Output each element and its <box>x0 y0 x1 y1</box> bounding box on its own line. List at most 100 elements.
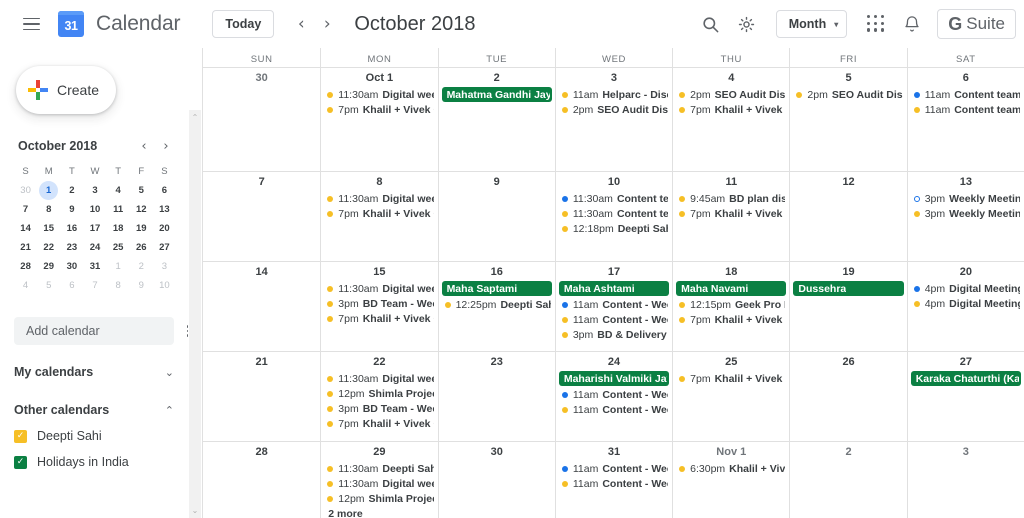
mini-cal-day[interactable]: 11 <box>107 200 130 219</box>
mini-cal-day[interactable]: 18 <box>107 219 130 238</box>
day-cell[interactable]: 28 <box>203 442 320 518</box>
mini-cal-day[interactable]: 21 <box>14 238 37 257</box>
timed-event[interactable]: 11:30amDigital weekl <box>323 87 435 102</box>
day-number[interactable]: 22 <box>323 352 435 371</box>
other-calendar-item-1[interactable]: ✓ Holidays in India <box>14 451 174 473</box>
mini-cal-day[interactable]: 3 <box>83 181 106 200</box>
all-day-event-chip[interactable]: Maha Navami <box>676 281 787 296</box>
timed-event[interactable]: 4pm Digital Meeting <box>910 281 1022 296</box>
timed-event[interactable]: 11:30amDigital weekl <box>323 476 435 491</box>
timed-event[interactable]: 7pmKhalil + Vivek + D <box>675 206 787 221</box>
calendar-checkbox[interactable]: ✓ <box>14 455 27 469</box>
mini-cal-day[interactable]: 5 <box>37 276 60 295</box>
day-number[interactable]: 14 <box>205 262 318 281</box>
timed-event[interactable]: 7pmKhalil + Vivek + D <box>675 312 787 327</box>
bell-icon[interactable] <box>895 7 929 41</box>
day-cell[interactable]: 9 <box>437 172 555 261</box>
day-number[interactable]: 24 <box>558 352 670 371</box>
mini-cal-day[interactable]: 24 <box>83 238 106 257</box>
day-cell[interactable]: 30 <box>203 68 320 171</box>
timed-event[interactable]: 9:45amBD plan discu <box>675 191 787 206</box>
mini-cal-day[interactable]: 8 <box>37 200 60 219</box>
timed-event[interactable]: 3pm Weekly Meeting <box>910 206 1022 221</box>
day-number[interactable]: 19 <box>792 262 904 281</box>
day-cell[interactable]: 23 <box>437 352 555 441</box>
chevron-down-icon[interactable]: ⌄ <box>165 366 174 379</box>
day-cell[interactable]: 12 <box>789 172 906 261</box>
timed-event[interactable]: 12:18pmDeepti Sahi's <box>558 221 670 236</box>
mini-cal-day[interactable]: 28 <box>14 257 37 276</box>
all-day-event-chip[interactable]: Dussehra <box>793 281 904 296</box>
day-cell[interactable]: 14 <box>203 262 320 351</box>
hamburger-icon[interactable] <box>14 7 48 41</box>
day-number[interactable]: 30 <box>205 68 318 87</box>
mini-cal-day[interactable]: 8 <box>107 276 130 295</box>
timed-event[interactable]: 11amContent - Week <box>558 297 670 312</box>
scrollbar-track[interactable]: ⌃ ⌄ <box>189 110 201 518</box>
scroll-down-icon[interactable]: ⌄ <box>192 503 199 518</box>
next-month-icon[interactable]: › <box>314 11 340 37</box>
day-cell[interactable]: 27Karaka Chaturthi (Karva <box>906 352 1024 441</box>
timed-event[interactable]: 3pmBD & Delivery Te <box>558 327 670 342</box>
mini-cal-day[interactable]: 6 <box>153 181 176 200</box>
all-day-event-chip[interactable]: Karaka Chaturthi (Karva <box>910 371 1021 386</box>
day-number[interactable]: 20 <box>910 262 1022 281</box>
mini-cal-day[interactable]: 1 <box>39 181 59 200</box>
all-day-event-chip[interactable]: Maha Saptami <box>441 281 552 296</box>
mini-cal-day[interactable]: 2 <box>130 257 153 276</box>
day-number[interactable]: 16 <box>441 262 553 281</box>
mini-cal-day[interactable]: 6 <box>60 276 83 295</box>
day-number[interactable]: 2 <box>792 442 904 461</box>
timed-event[interactable]: 3pmBD Team - Weekl <box>323 401 435 416</box>
timed-event[interactable]: 11amContent team re <box>910 87 1022 102</box>
timed-event[interactable]: 2pmSEO Audit Discus <box>792 87 904 102</box>
day-number[interactable]: 25 <box>675 352 787 371</box>
view-selector-dropdown[interactable]: Month ▾ <box>775 10 848 38</box>
day-number[interactable]: Oct 1 <box>323 68 435 87</box>
timed-event[interactable]: 11amContent - Week <box>558 476 670 491</box>
calendar-scrollbar[interactable]: ⌃ ⌄ <box>188 48 202 518</box>
day-number[interactable]: 9 <box>441 172 553 191</box>
scroll-up-icon[interactable]: ⌃ <box>192 110 199 125</box>
calendar-checkbox[interactable]: ✓ <box>14 429 27 443</box>
day-cell[interactable]: 20 4pm Digital Meeting 4pm Digital Meeting <box>906 262 1024 351</box>
mini-cal-day[interactable]: 29 <box>37 257 60 276</box>
day-cell[interactable]: 2 <box>789 442 906 518</box>
day-number[interactable]: 12 <box>792 172 904 191</box>
mini-cal-day[interactable]: 26 <box>130 238 153 257</box>
day-cell[interactable]: 52pmSEO Audit Discus <box>789 68 906 171</box>
day-cell[interactable]: 24Maharishi Valmiki Jayan 11amContent - W… <box>554 352 672 441</box>
day-cell[interactable]: 1011:30amContent tear11:30amContent tear… <box>554 172 672 261</box>
mini-cal-day[interactable]: 19 <box>130 219 153 238</box>
timed-event[interactable]: 11amContent - Week <box>558 402 670 417</box>
add-calendar-input[interactable] <box>26 324 187 338</box>
day-cell[interactable]: 257pmKhalil + Vivek + D <box>672 352 789 441</box>
mini-cal-day[interactable]: 23 <box>60 238 83 257</box>
mini-cal-day[interactable]: 5 <box>130 181 153 200</box>
day-number[interactable]: 30 <box>441 442 553 461</box>
timed-event[interactable]: 11:30amContent tear <box>558 191 670 206</box>
day-number[interactable]: 28 <box>205 442 318 461</box>
mini-cal-day[interactable]: 14 <box>14 219 37 238</box>
timed-event[interactable]: 7pmKhalil + Vivek + D <box>675 102 787 117</box>
day-number[interactable]: 13 <box>910 172 1022 191</box>
timed-event[interactable]: 7pmKhalil + Vivek + D <box>323 102 435 117</box>
day-cell[interactable]: 811:30amDigital weekl7pmKhalil + Vivek +… <box>320 172 437 261</box>
mini-cal-day[interactable]: 3 <box>153 257 176 276</box>
day-cell[interactable]: 311amHelparc - Discu2pmSEO Audit Discu <box>554 68 672 171</box>
mini-cal-day[interactable]: 16 <box>60 219 83 238</box>
day-cell[interactable]: 2Mahatma Gandhi Jayant <box>437 68 555 171</box>
day-number[interactable]: 2 <box>441 68 553 87</box>
mini-cal-day[interactable]: 9 <box>130 276 153 295</box>
day-number[interactable]: 4 <box>675 68 787 87</box>
all-day-event-chip[interactable]: Maharishi Valmiki Jayan <box>558 371 670 386</box>
timed-event[interactable]: 11amHelparc - Discu <box>558 87 670 102</box>
mini-cal-day[interactable]: 30 <box>60 257 83 276</box>
day-cell[interactable]: 1511:30amDigital weekl3pmBD Team - Weekl… <box>320 262 437 351</box>
mini-cal-day[interactable]: 4 <box>14 276 37 295</box>
previous-month-icon[interactable]: ‹ <box>288 11 314 37</box>
day-cell[interactable]: 7 <box>203 172 320 261</box>
create-button[interactable]: Create <box>16 66 116 114</box>
chevron-up-icon[interactable]: ⌃ <box>165 404 174 417</box>
day-cell[interactable]: 3 <box>906 442 1024 518</box>
